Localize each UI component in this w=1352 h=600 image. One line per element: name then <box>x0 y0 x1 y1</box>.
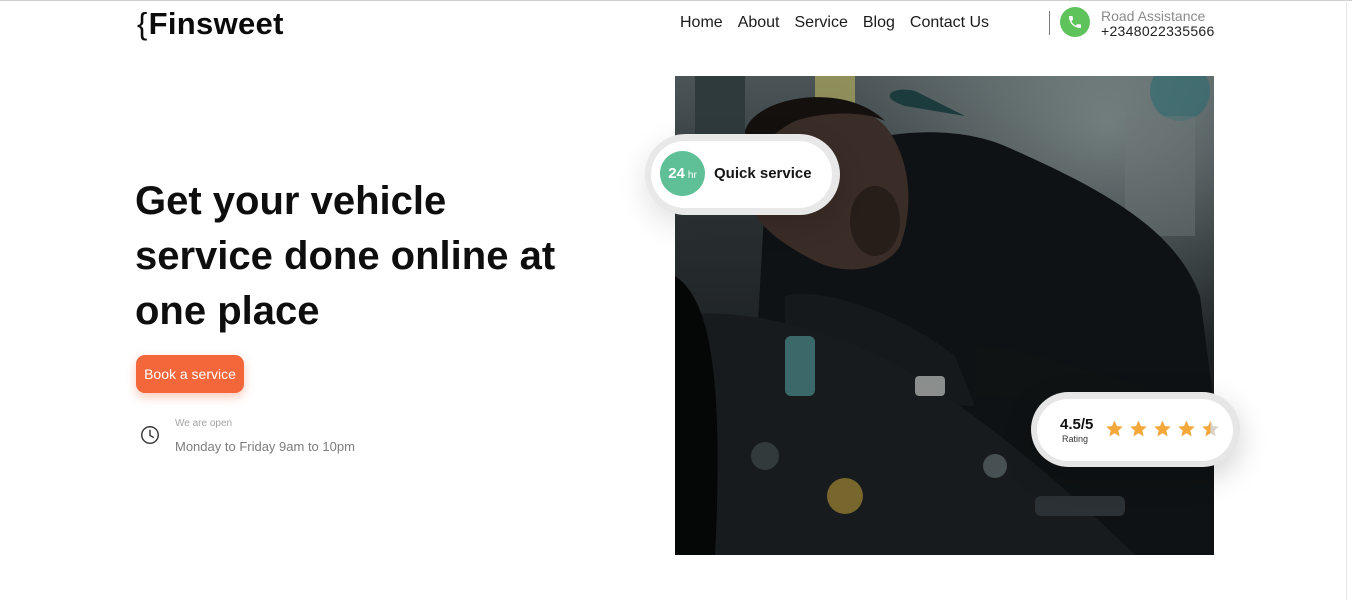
quick-service-badge: 24 hr <box>660 151 705 196</box>
quick-service-unit: hr <box>687 170 697 181</box>
rating-label: Rating <box>1062 434 1089 444</box>
hero-title-line-3: one place <box>135 289 320 333</box>
top-border <box>0 0 1352 1</box>
nav-service[interactable]: Service <box>795 14 848 32</box>
open-label: We are open <box>175 418 233 429</box>
nav-blog[interactable]: Blog <box>863 14 895 32</box>
logo-brace: { <box>137 6 148 41</box>
hero-title-line-1: Get your vehicle <box>135 179 447 223</box>
quick-service-label: Quick service <box>714 165 812 182</box>
star-icon <box>1202 420 1219 437</box>
nav-divider <box>1049 11 1050 35</box>
rating-stars <box>1104 419 1221 439</box>
hero-title: Get your vehicle service done online at … <box>135 174 605 339</box>
nav-home[interactable]: Home <box>680 14 723 32</box>
star-icon <box>1106 420 1123 437</box>
road-assistance-label: Road Assistance <box>1101 8 1206 24</box>
open-hours: Monday to Friday 9am to 10pm <box>175 439 355 454</box>
quick-service-number: 24 <box>668 165 685 182</box>
nav-contact-us[interactable]: Contact Us <box>910 14 989 32</box>
phone-icon[interactable] <box>1060 7 1090 37</box>
road-assistance-phone[interactable]: +2348022335566 <box>1101 23 1215 39</box>
main-nav: Home About Service Blog Contact Us <box>680 14 989 32</box>
star-icon <box>1130 420 1147 437</box>
star-icon <box>1154 420 1171 437</box>
scrollbar-edge <box>1346 0 1347 600</box>
logo-text: Finsweet <box>148 6 284 41</box>
nav-about[interactable]: About <box>738 14 780 32</box>
hero-title-line-2: service done online at <box>135 234 556 278</box>
book-service-button[interactable]: Book a service <box>136 355 244 393</box>
clock-icon <box>141 426 159 444</box>
logo[interactable]: {Finsweet <box>137 6 284 42</box>
rating-value: 4.5/5 <box>1060 416 1094 433</box>
phone-glyph <box>1069 16 1081 28</box>
star-icon <box>1178 420 1195 437</box>
